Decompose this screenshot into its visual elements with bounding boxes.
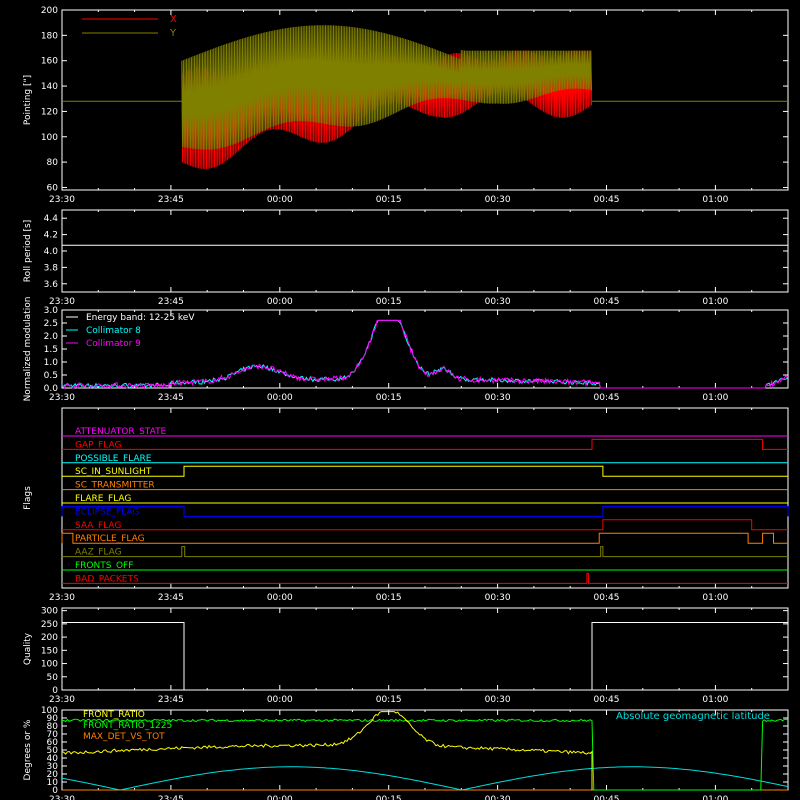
flag-label: PARTICLE_FLAG [75,534,145,544]
y-tick-label: 160 [41,57,58,67]
x-tick-label: 23:30 [49,393,75,403]
flag-label: GAP_FLAG [75,440,121,450]
flag-label: ATTENUATOR_STATE [75,427,167,437]
x-tick-label: 23:45 [158,795,184,800]
y-tick-label: 1.5 [44,345,58,355]
y-tick-label: 4.0 [44,247,59,257]
y-tick-label: 180 [41,31,58,41]
x-tick-label: 00:30 [485,393,511,403]
x-tick-label: 00:15 [376,695,402,705]
legend-label-front-ratio-1225: FRONT_RATIO_1225 [83,721,172,731]
x-tick-label: 00:45 [594,393,620,403]
legend-label-y: Y [169,28,177,39]
x-tick-label: 00:00 [267,795,293,800]
y-tick-label: 120 [41,107,58,117]
x-tick-label: 23:30 [49,195,75,205]
y-tick-label: 1.0 [44,358,59,368]
x-tick-label: 00:15 [376,297,402,307]
flag-label: ECLIPSE_FLAG [75,507,139,517]
y-tick-label: 2.5 [44,319,58,329]
y-tick-label: 100 [41,660,58,670]
y-tick-label: 4.4 [44,214,59,224]
y-tick-label: 300 [41,607,58,617]
y-tick-label: 3.6 [44,280,59,290]
x-tick-label: 23:45 [158,695,184,705]
y-tick-label: 0 [52,686,58,696]
x-tick-label: 00:30 [485,795,511,800]
x-tick-label: 23:45 [158,297,184,307]
x-tick-label: 23:45 [158,195,184,205]
y-tick-label: 50 [47,673,59,683]
energy-band-annotation: Energy band: 12-25 keV [86,313,195,323]
x-tick-label: 00:45 [594,297,620,307]
x-tick-label: 00:00 [267,195,293,205]
x-tick-label: 00:45 [594,795,620,800]
y-axis-label: Flags [23,486,33,510]
y-tick-label: 140 [41,82,58,92]
y-tick-label: 2.0 [44,332,59,342]
x-tick-label: 00:30 [485,297,511,307]
y-tick-label: 3.8 [44,263,59,273]
y-tick-label: 4.2 [44,231,58,241]
x-tick-label: 00:15 [376,795,402,800]
flag-label: AAZ_FLAG [75,548,122,558]
legend-label-front-ratio: FRONT_RATIO [83,710,145,720]
x-tick-label: 23:45 [158,393,184,403]
x-tick-label: 01:00 [702,593,728,603]
x-tick-label: 01:00 [702,393,728,403]
x-tick-label: 00:45 [594,195,620,205]
x-tick-label: 00:15 [376,195,402,205]
y-tick-label: 0.0 [44,384,59,394]
y-axis-label: Roll period [s] [23,220,33,282]
flag-label: FLARE_FLAG [75,494,131,504]
x-tick-label: 00:15 [376,393,402,403]
x-tick-label: 01:00 [702,297,728,307]
multi-panel-chart: 23:30 23:45 00:00 00:15 00:30 00:45 01:00 60 80 1… [0,0,800,800]
x-tick-label: 23:45 [158,593,184,603]
x-tick-label: 00:15 [376,593,402,603]
x-tick-label: 23:30 [49,695,75,705]
legend-label-collimator-8: Collimator 8 [86,326,141,336]
flag-label: BAD_PACKETS [75,574,139,584]
x-tick-label: 00:00 [267,393,293,403]
legend-label-x: X [170,14,177,25]
y-tick-label: 3.0 [44,306,59,316]
flag-label: SC_IN_SUNLIGHT [75,467,152,477]
y-tick-label: 200 [41,6,58,16]
x-tick-label: 00:30 [485,195,511,205]
x-tick-label: 00:30 [485,593,511,603]
legend-label-max-det-vs-tot: MAX_DET_VS_TOT [83,732,165,742]
x-tick-label: 23:30 [49,593,75,603]
y-tick-label: 0.5 [44,371,58,381]
flag-label: SAA_FLAG [75,521,121,531]
y-tick-label: 250 [41,620,58,630]
x-tick-label: 01:00 [702,695,728,705]
y-tick-label: 200 [41,633,58,643]
flag-label: POSSIBLE_FLARE [75,454,152,464]
x-tick-label: 01:00 [702,795,728,800]
y-axis-label: Normalized modulation [23,297,33,402]
x-tick-label: 00:30 [485,695,511,705]
flag-label: FRONTS_OFF [75,561,133,571]
x-tick-label: 00:45 [594,593,620,603]
y-tick-label: 80 [47,158,59,168]
y-tick-label: 100 [41,133,58,143]
y-axis-label: Pointing ["] [23,75,33,125]
x-tick-label: 00:00 [267,695,293,705]
flag-label: SC_TRANSMITTER [75,481,155,491]
y-tick-label: 150 [41,646,58,656]
y-axis-label: Degrees or % [23,719,33,780]
y-tick-label: 60 [47,183,59,193]
y-tick-label: 100 [41,706,58,716]
y-axis-label: Quality [23,632,33,665]
x-tick-label: 01:00 [702,195,728,205]
legend-label-collimator-9: Collimator 9 [86,339,141,349]
geomagnetic-latitude-label: Absolute geomagnetic latitude [616,711,770,722]
x-tick-label: 00:00 [267,297,293,307]
x-tick-label: 00:00 [267,593,293,603]
x-tick-label: 00:45 [594,695,620,705]
